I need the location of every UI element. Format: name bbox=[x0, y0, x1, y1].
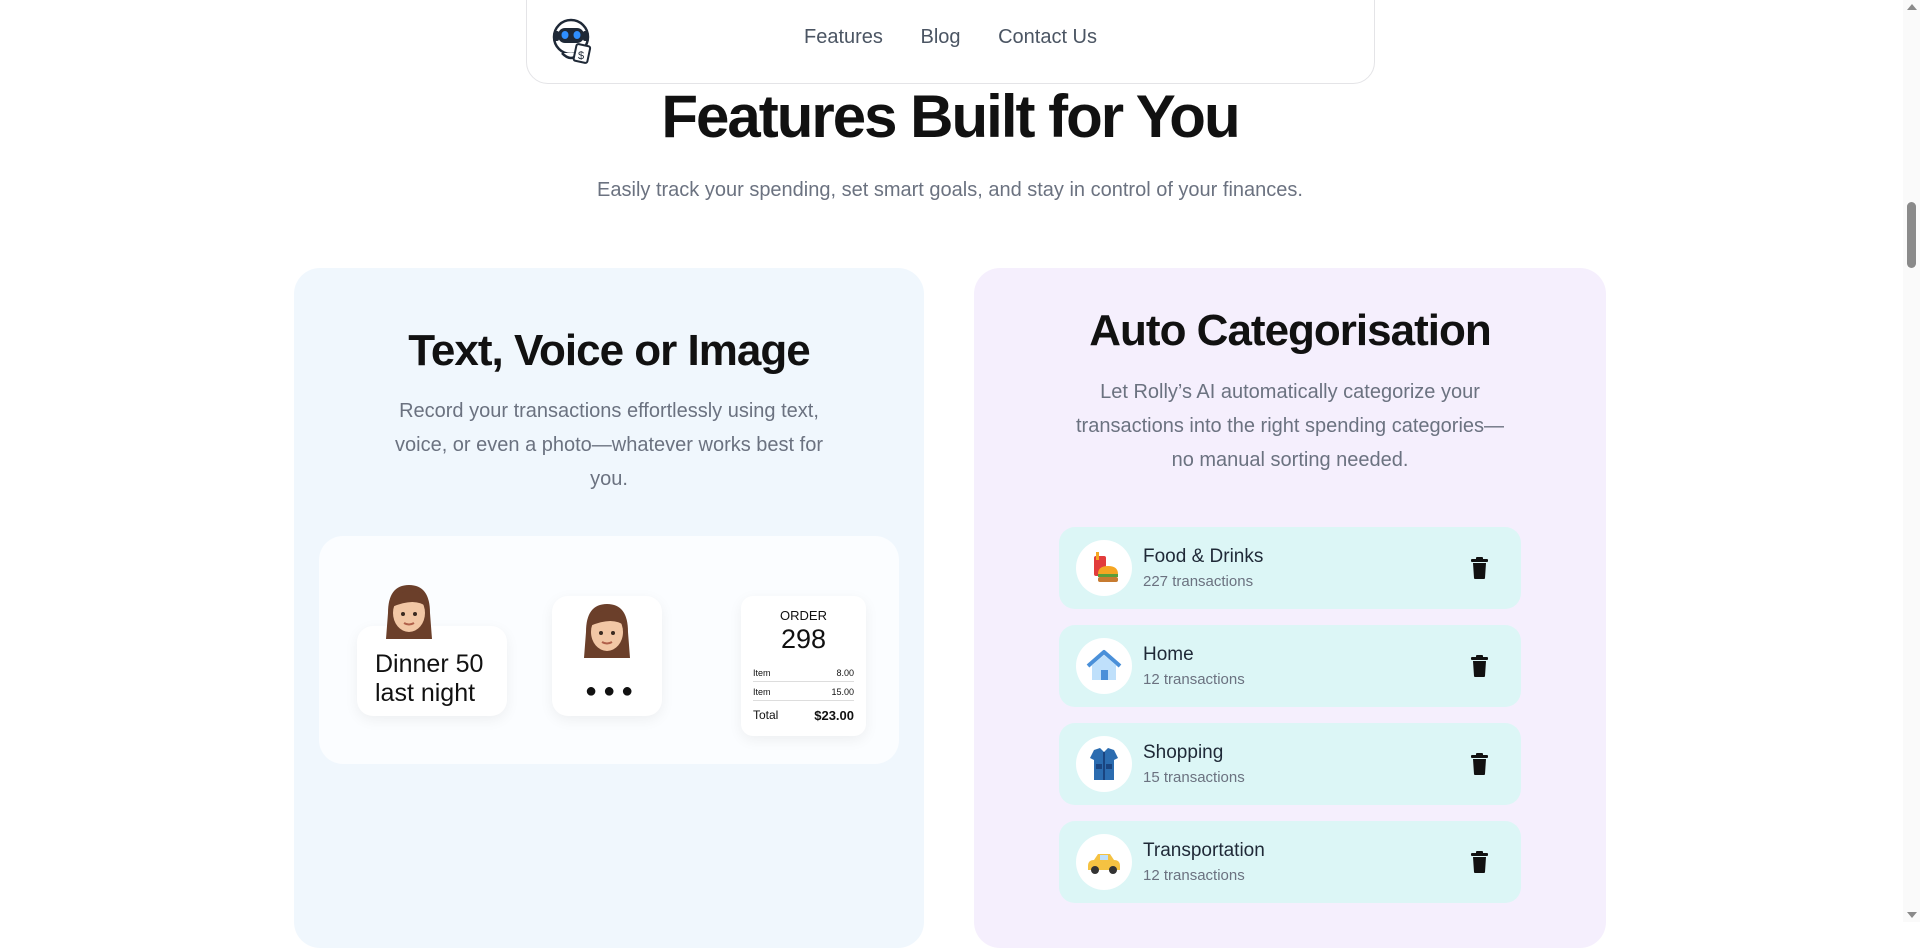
scroll-down-arrow-icon[interactable] bbox=[1907, 912, 1917, 918]
category-name: Shopping bbox=[1143, 742, 1224, 763]
category-count: 12 transactions bbox=[1143, 671, 1245, 688]
scroll-up-arrow-icon[interactable] bbox=[1907, 4, 1917, 10]
category-item-home[interactable]: Home 12 transactions bbox=[1059, 625, 1521, 707]
category-item-food-drinks[interactable]: Food & Drinks 227 transactions bbox=[1059, 527, 1521, 609]
receipt-row-label: Item bbox=[753, 668, 771, 678]
feature-card-input-methods: Text, Voice or Image Record your transac… bbox=[294, 268, 924, 948]
trash-icon[interactable] bbox=[1471, 557, 1488, 579]
food-drinks-icon bbox=[1094, 552, 1118, 582]
scrollbar-thumb[interactable] bbox=[1907, 202, 1916, 268]
woman-avatar-icon bbox=[386, 585, 432, 639]
category-icon-wrap bbox=[1076, 834, 1132, 890]
input-demo-panel: Dinner 50 last night ●●● ORDER 298 Item … bbox=[319, 536, 899, 764]
receipt-total-value: $23.00 bbox=[814, 708, 854, 723]
top-nav: $ Features Blog Contact Us bbox=[526, 0, 1375, 84]
woman-avatar-icon bbox=[584, 604, 630, 658]
category-icon-wrap bbox=[1076, 638, 1132, 694]
category-item-transportation[interactable]: Transportation 12 transactions bbox=[1059, 821, 1521, 903]
category-icon-wrap bbox=[1076, 540, 1132, 596]
receipt-row: Item 8.00 bbox=[753, 668, 854, 682]
category-name: Home bbox=[1143, 644, 1194, 665]
category-name: Transportation bbox=[1143, 840, 1265, 861]
car-icon bbox=[1088, 854, 1120, 874]
feature-card-auto-categorisation: Auto Categorisation Let Rolly’s AI autom… bbox=[974, 268, 1606, 948]
receipt-row: Item 15.00 bbox=[753, 687, 854, 701]
receipt-row-value: 8.00 bbox=[836, 668, 854, 678]
receipt-total: Total $23.00 bbox=[753, 708, 854, 723]
category-count: 15 transactions bbox=[1143, 769, 1245, 786]
category-icon-wrap bbox=[1076, 736, 1132, 792]
svg-text:$: $ bbox=[578, 50, 584, 62]
trash-icon[interactable] bbox=[1471, 655, 1488, 677]
nav-link-blog[interactable]: Blog bbox=[920, 26, 960, 48]
receipt-header: ORDER bbox=[780, 608, 827, 623]
receipt-image: ORDER 298 Item 8.00 Item 15.00 Total $23… bbox=[741, 596, 866, 736]
category-count: 12 transactions bbox=[1143, 867, 1245, 884]
category-count: 227 transactions bbox=[1143, 573, 1254, 590]
page-scrollbar[interactable] bbox=[1903, 0, 1920, 922]
receipt-row-value: 15.00 bbox=[831, 687, 854, 697]
feature-card-description: Let Rolly’s AI automatically categorize … bbox=[1075, 381, 1505, 471]
feature-card-title: Text, Voice or Image bbox=[408, 326, 810, 375]
nav-link-features[interactable]: Features bbox=[804, 26, 883, 48]
home-icon bbox=[1086, 650, 1122, 680]
category-name: Food & Drinks bbox=[1143, 546, 1264, 567]
voice-input-bubble: ●●● bbox=[552, 596, 662, 716]
receipt-row-label: Item bbox=[753, 687, 771, 697]
shopping-icon bbox=[1090, 748, 1118, 780]
text-input-example: Dinner 50 last night bbox=[375, 650, 484, 707]
feature-card-title: Auto Categorisation bbox=[1089, 306, 1491, 355]
section-title: Features Built for You bbox=[661, 83, 1240, 150]
nav-links: Features Blog Contact Us bbox=[527, 26, 1374, 49]
trash-icon[interactable] bbox=[1471, 753, 1488, 775]
voice-typing-indicator: ●●● bbox=[585, 680, 640, 702]
feature-card-description: Record your transactions effortlessly us… bbox=[395, 400, 823, 490]
section-subtitle: Easily track your spending, set smart go… bbox=[597, 179, 1303, 201]
category-item-shopping[interactable]: Shopping 15 transactions bbox=[1059, 723, 1521, 805]
trash-icon[interactable] bbox=[1471, 851, 1488, 873]
nav-link-contact[interactable]: Contact Us bbox=[998, 26, 1097, 48]
receipt-total-label: Total bbox=[753, 708, 779, 722]
receipt-number: 298 bbox=[780, 624, 827, 654]
